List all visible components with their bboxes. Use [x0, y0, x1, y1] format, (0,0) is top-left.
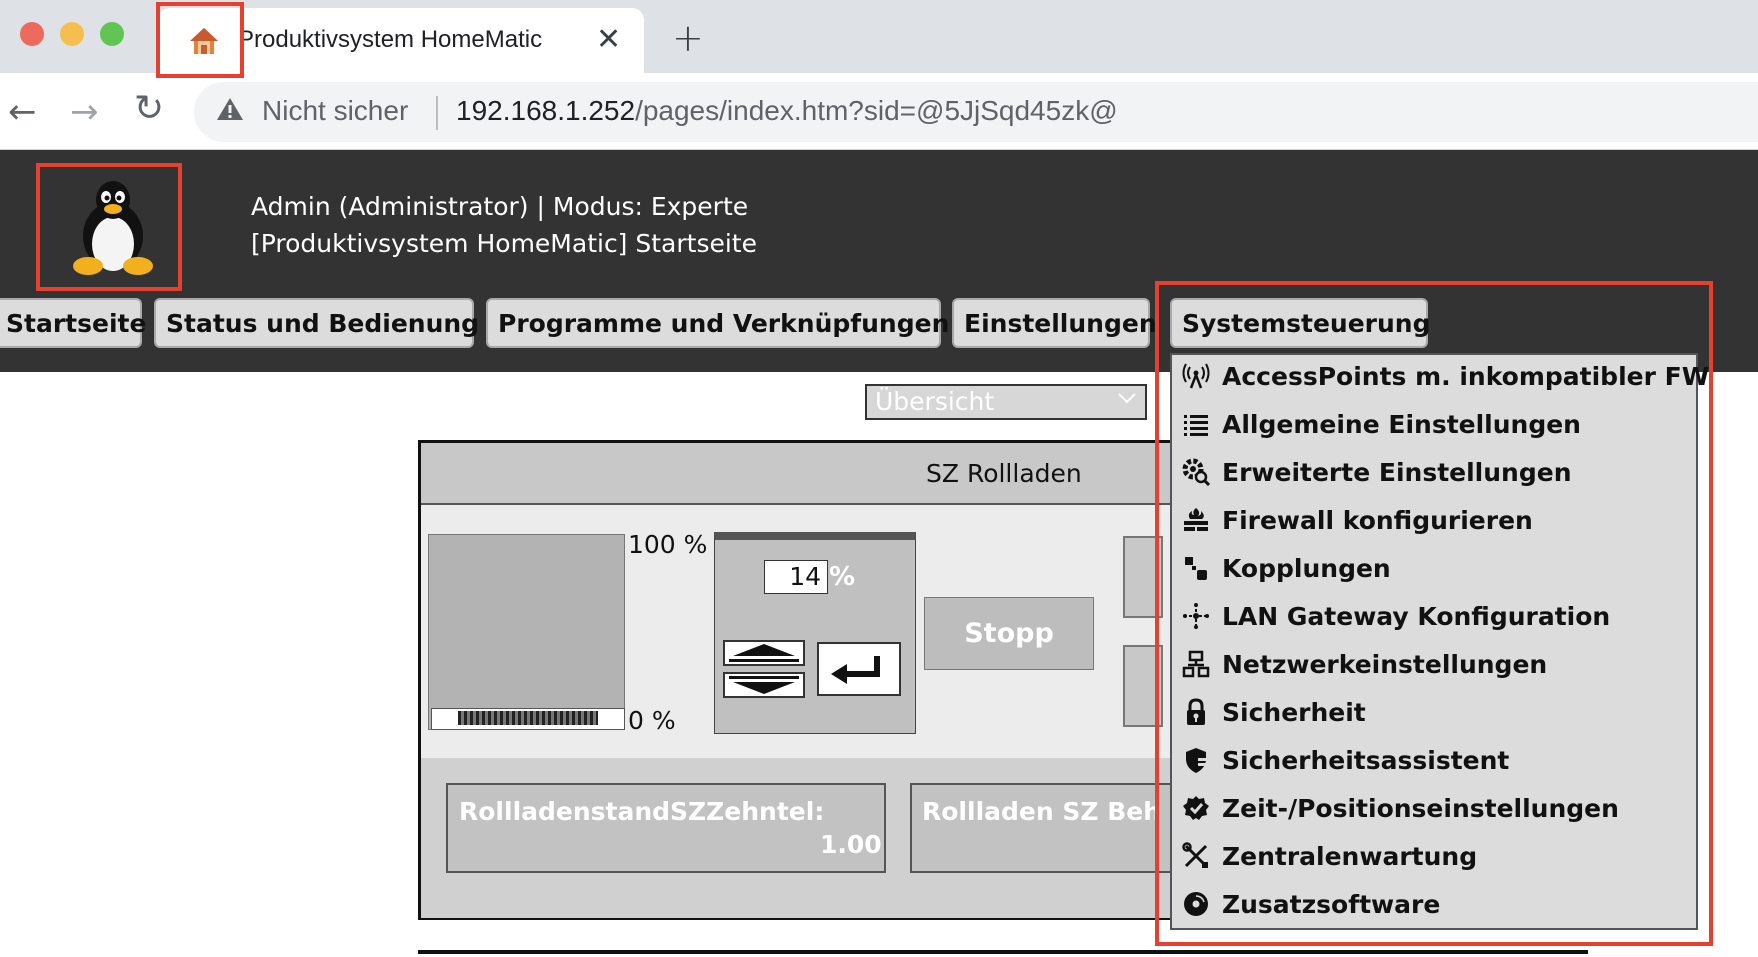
minimize-window-button[interactable]	[60, 22, 84, 46]
user-mode-text: Admin (Administrator) | Modus: Experte	[251, 192, 749, 221]
nav-einstellungen-button[interactable]: Einstellungen	[952, 298, 1157, 348]
security-label[interactable]: Nicht sicher	[262, 95, 408, 127]
position-slider-track[interactable]	[428, 534, 625, 730]
level-unit: %	[829, 562, 856, 592]
highlight-dropdown	[1155, 281, 1713, 946]
nav-status-bedienung-button[interactable]: Status und Bedienung	[154, 298, 479, 348]
current-page-text: [Produktivsystem HomeMatic] Startseite	[251, 229, 757, 258]
back-arrow-icon[interactable]: ←	[8, 92, 37, 132]
forward-arrow-icon[interactable]: →	[70, 92, 99, 132]
zoom-window-button[interactable]	[100, 22, 124, 46]
slider-texture	[458, 711, 598, 725]
url-text[interactable]: 192.168.1.252/pages/index.htm?sid=@5JjSq…	[456, 95, 1118, 127]
address-separator	[436, 96, 438, 130]
level-down-button[interactable]	[723, 672, 805, 698]
nav-startseite-button[interactable]: Startseite	[0, 298, 146, 348]
apply-level-button[interactable]	[817, 642, 901, 696]
down-arrow-icon	[729, 676, 799, 694]
new-tab-icon[interactable]: +	[672, 16, 704, 60]
warning-icon[interactable]	[216, 96, 244, 126]
chevron-down-icon[interactable]	[1117, 386, 1137, 411]
stop-button[interactable]: Stopp	[924, 597, 1094, 670]
tab-title: Produktivsystem HomeMatic	[238, 26, 543, 53]
scale-min-label: 0 %	[628, 706, 676, 735]
reload-icon[interactable]: ↻	[134, 88, 164, 129]
panel-title: SZ Rollladen	[926, 459, 1082, 488]
sysvar-label-2: Rollladen SZ Behang	[922, 797, 1162, 826]
nav-programme-button[interactable]: Programme und Verknüpfungen	[486, 298, 949, 348]
sysvar-value: 1.00	[820, 830, 882, 859]
level-up-button[interactable]	[723, 640, 805, 666]
sysvar-label: RollladenstandSZZehntel:	[459, 797, 825, 826]
level-input[interactable]: 14	[764, 560, 828, 594]
close-window-button[interactable]	[20, 22, 44, 46]
url-path: /pages/index.htm?sid=@5JjSqd45zk@	[635, 95, 1118, 126]
url-host: 192.168.1.252	[456, 95, 636, 126]
enter-icon	[831, 656, 880, 684]
highlight-logo	[36, 163, 182, 291]
next-panel-edge	[418, 950, 1588, 954]
scale-max-label: 100 %	[628, 530, 708, 559]
up-arrow-icon	[729, 644, 799, 662]
view-select[interactable]: Übersicht	[865, 384, 1147, 420]
tab-close-icon[interactable]: ✕	[596, 22, 621, 57]
highlight-favicon	[156, 2, 244, 78]
